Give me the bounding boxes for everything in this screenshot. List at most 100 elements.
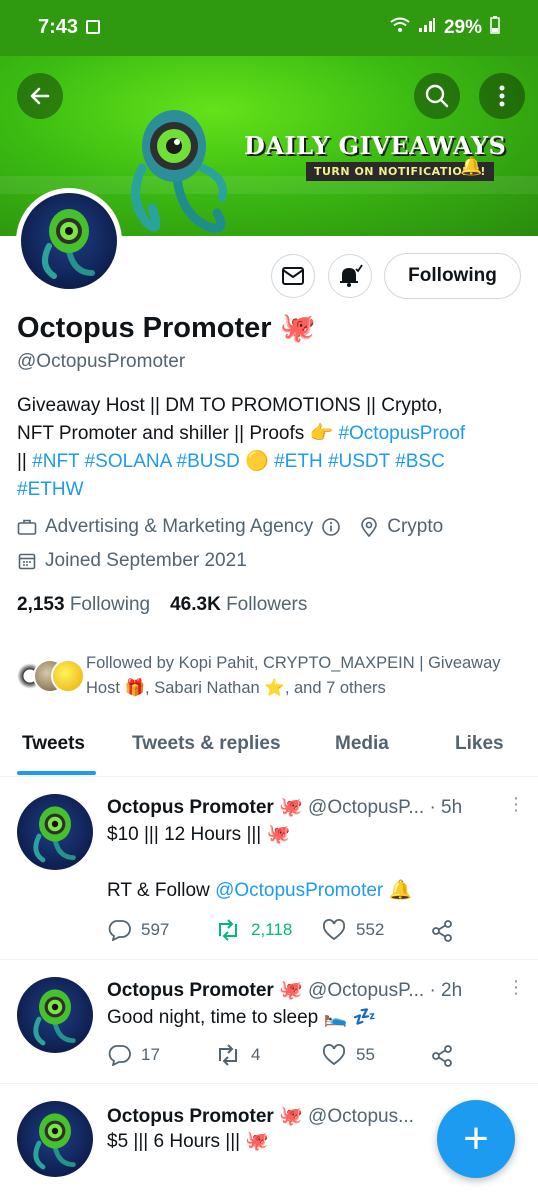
octopus-avatar-icon <box>33 1113 76 1170</box>
hashtag-link[interactable]: #ETHW <box>17 479 84 500</box>
followers-label: Followers <box>226 594 308 615</box>
status-time: 7:43 <box>38 16 79 38</box>
retweet-button[interactable]: 2,118 <box>215 919 292 941</box>
tweet[interactable]: Octopus Promoter 🐙 @OctopusP... · 5h ⋮ $… <box>0 778 538 960</box>
octopus-mascot-icon <box>131 110 227 233</box>
tweet-text: Good night, time to sleep 🛌 💤 <box>107 1007 377 1028</box>
hashtag-link[interactable]: #ETH <box>274 451 323 472</box>
tweet-more-icon[interactable]: ⋮ <box>507 794 525 815</box>
tweet-text: $5 ||| 6 Hours ||| 🐙 <box>107 1131 270 1152</box>
tab-media[interactable]: Media <box>335 733 389 755</box>
reply-count: 597 <box>141 920 170 939</box>
share-button[interactable] <box>430 919 454 943</box>
reply-button[interactable]: 17 <box>107 1044 160 1066</box>
status-icons: 29% <box>390 16 500 39</box>
bio-line: #ETHW <box>17 476 522 504</box>
message-button[interactable] <box>271 254 315 298</box>
octopus-emoji-icon: 🐙 <box>279 980 303 1001</box>
profile-avatar[interactable] <box>16 188 122 294</box>
heart-icon <box>323 1044 345 1066</box>
tweet-text: $10 ||| 12 Hours ||| 🐙 RT & Follow @Octo… <box>107 821 412 905</box>
compose-tweet-button[interactable]: + <box>437 1100 515 1178</box>
octopus-avatar-icon <box>42 209 95 279</box>
mention-link[interactable]: @OctopusPromoter <box>215 880 383 901</box>
location-pin-icon <box>359 517 379 537</box>
location-text: Crypto <box>387 516 444 537</box>
octopus-emoji-icon: 🐙 <box>279 1106 303 1127</box>
octopus-emoji-icon: 🐙 <box>279 312 316 344</box>
image-notification-icon <box>86 20 100 34</box>
tweet-author-name[interactable]: Octopus Promoter <box>107 797 274 818</box>
followed-by-text: Followed by Kopi Pahit, CRYPTO_MAXPEIN |… <box>86 654 501 697</box>
retweet-count: 4 <box>251 1045 261 1064</box>
bell-subscribed-icon <box>340 264 363 287</box>
search-icon <box>425 84 449 108</box>
avatar-image <box>21 193 117 289</box>
wifi-icon <box>390 17 410 38</box>
tweet[interactable]: Octopus Promoter 🐙 @OctopusP... · 2h ⋮ G… <box>0 961 538 1084</box>
notifications-button[interactable] <box>328 254 372 298</box>
battery-level: 29% <box>443 16 482 38</box>
followers-count: 46.3K <box>170 594 221 615</box>
tab-tweets-and-replies[interactable]: Tweets & replies <box>132 733 281 755</box>
avatar[interactable] <box>17 1101 93 1177</box>
retweet-count: 2,118 <box>251 920 293 939</box>
bio-line: NFT Promoter and shiller || Proofs 👉 #Oc… <box>17 420 522 448</box>
share-icon <box>432 920 452 942</box>
profile-meta-joined: Joined September 2021 <box>17 550 247 572</box>
bell-emoji-icon: 🔔 <box>383 880 413 901</box>
hashtag-link[interactable]: #BUSD <box>177 451 240 472</box>
bio-line: Giveaway Host || DM TO PROMOTIONS || Cry… <box>17 395 443 416</box>
tweet-header: Octopus Promoter 🐙 @Octopus... <box>107 1104 414 1128</box>
more-options-button[interactable] <box>479 73 525 119</box>
plus-icon: + <box>463 1114 489 1163</box>
hashtag-link[interactable]: #USDT <box>328 451 390 472</box>
hashtag-link[interactable]: #BSC <box>395 451 445 472</box>
share-button[interactable] <box>430 1044 454 1068</box>
tweet-more-icon[interactable]: ⋮ <box>507 977 525 998</box>
more-vertical-icon <box>499 85 505 107</box>
profile-handle: @OctopusPromoter <box>17 351 186 372</box>
avatar[interactable] <box>17 977 93 1053</box>
following-count: 2,153 <box>17 594 65 615</box>
followed-by[interactable]: Followed by Kopi Pahit, CRYPTO_MAXPEIN |… <box>13 651 523 701</box>
tweet-line: $10 ||| 12 Hours ||| 🐙 <box>107 824 291 845</box>
like-count: 55 <box>356 1045 375 1064</box>
heart-icon <box>323 919 345 941</box>
info-icon[interactable] <box>321 517 341 537</box>
following-stat[interactable]: 2,153 Following <box>17 594 150 616</box>
bio-text: NFT Promoter and shiller || Proofs 👉 <box>17 423 339 444</box>
profile-stats: 2,153 Following 46.3K Followers <box>17 594 307 616</box>
hashtag-link[interactable]: #NFT <box>32 451 79 472</box>
reply-button[interactable]: 597 <box>107 919 169 941</box>
tweet-author-name[interactable]: Octopus Promoter <box>107 980 274 1001</box>
tweet-author-name[interactable]: Octopus Promoter <box>107 1106 274 1127</box>
tweet-author-handle: @Octopus... <box>308 1106 414 1127</box>
tab-likes[interactable]: Likes <box>455 733 504 755</box>
retweet-button[interactable]: 4 <box>215 1044 260 1066</box>
retweet-icon <box>219 1044 237 1066</box>
back-button[interactable] <box>17 73 63 119</box>
following-button[interactable]: Following <box>384 253 521 299</box>
followers-stat[interactable]: 46.3K Followers <box>170 594 307 616</box>
tweet-author-handle: @OctopusP... <box>308 980 425 1001</box>
tweet-actions: 17 4 55 <box>107 1044 517 1070</box>
hashtag-link[interactable]: #OctopusProof <box>338 423 465 444</box>
tweet-header: Octopus Promoter 🐙 @OctopusP... · 2h <box>107 978 462 1002</box>
battery-icon <box>490 16 500 39</box>
bio-text: || <box>17 451 33 472</box>
octopus-avatar-icon <box>33 989 76 1046</box>
calendar-icon <box>17 551 37 571</box>
tweet-line: RT & Follow @OctopusPromoter 🔔 <box>107 877 412 905</box>
busd-coin-icon: 🟡 <box>245 451 269 472</box>
avatar <box>51 659 85 693</box>
bio-line: || #NFT #SOLANA #BUSD 🟡 #ETH #USDT #BSC <box>17 448 522 476</box>
search-button[interactable] <box>414 73 460 119</box>
avatar[interactable] <box>17 794 93 870</box>
hashtag-link[interactable]: #SOLANA <box>85 451 172 472</box>
like-button[interactable]: 55 <box>322 1044 375 1066</box>
like-button[interactable]: 552 <box>322 919 384 941</box>
tab-tweets[interactable]: Tweets <box>22 733 85 755</box>
tweet-author-handle: @OctopusP... <box>308 797 425 818</box>
